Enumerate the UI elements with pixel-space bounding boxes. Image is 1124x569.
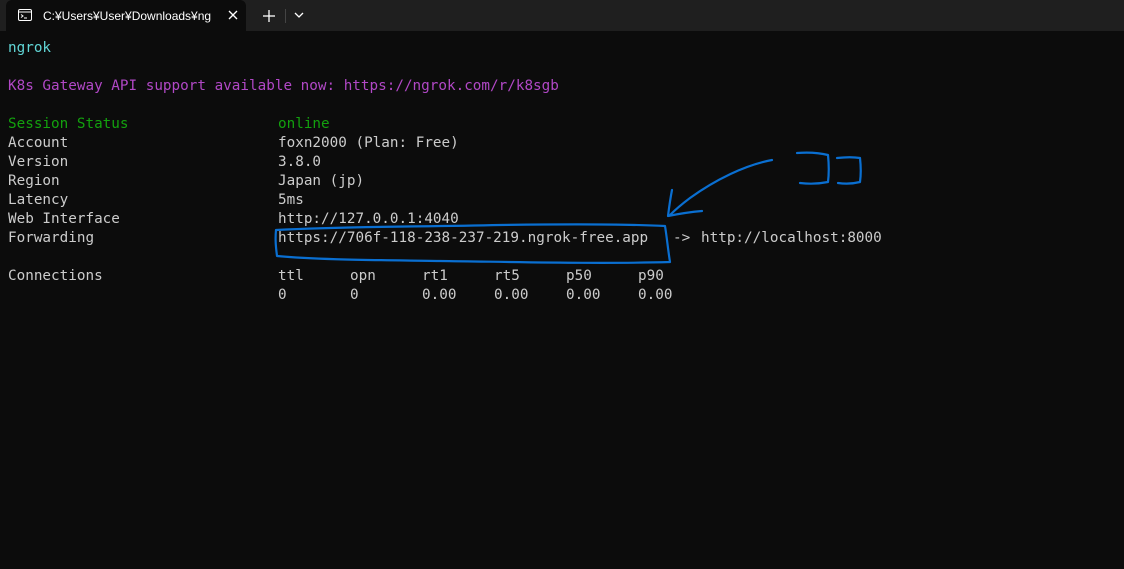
conn-value-rt5: 0.00 (494, 287, 529, 303)
conn-header-p90: p90 (638, 268, 664, 284)
session-status-value: online (278, 116, 330, 132)
forwarding-local-url[interactable]: http://localhost:8000 (701, 229, 882, 248)
app-name: ngrok (8, 40, 52, 56)
web-interface-label: Web Interface (8, 211, 120, 227)
terminal-window: C:¥Users¥User¥Downloads¥ng ngrok K8s Gat… (0, 0, 1124, 569)
region-value: Japan (jp) (278, 173, 365, 189)
tab-title: C:¥Users¥User¥Downloads¥ng (43, 9, 212, 23)
conn-header-rt5: rt5 (494, 268, 520, 284)
conn-header-rt1: rt1 (422, 268, 448, 284)
tab-separator (285, 9, 286, 23)
conn-header-p50: p50 (566, 268, 592, 284)
announcement-line: K8s Gateway API support available now: h… (8, 78, 559, 94)
conn-value-ttl: 0 (278, 287, 287, 303)
account-label: Account (8, 135, 69, 151)
connections-label: Connections (8, 268, 103, 284)
latency-value: 5ms (278, 192, 304, 208)
latency-label: Latency (8, 192, 69, 208)
conn-value-p90: 0.00 (638, 287, 673, 303)
forwarding-arrow: -> (673, 230, 691, 246)
close-icon[interactable] (225, 7, 241, 23)
session-status-label: Session Status (8, 116, 129, 132)
region-label: Region (8, 173, 60, 189)
tab-active[interactable]: C:¥Users¥User¥Downloads¥ng (6, 0, 246, 31)
terminal-icon (18, 9, 32, 21)
conn-value-p50: 0.00 (566, 287, 601, 303)
forwarding-public-url[interactable]: https://706f-118-238-237-219.ngrok-free.… (278, 229, 648, 248)
conn-value-opn: 0 (350, 287, 359, 303)
forwarding-label: Forwarding (8, 230, 95, 246)
tab-bar: C:¥Users¥User¥Downloads¥ng (0, 0, 1124, 31)
conn-header-opn: opn (350, 268, 376, 284)
version-label: Version (8, 154, 69, 170)
account-value: foxn2000 (Plan: Free) (278, 135, 459, 151)
conn-header-ttl: ttl (278, 268, 304, 284)
version-value: 3.8.0 (278, 154, 322, 170)
terminal-output[interactable]: ngrok K8s Gateway API support available … (0, 31, 1124, 569)
plus-icon[interactable] (259, 6, 279, 26)
conn-value-rt1: 0.00 (422, 287, 457, 303)
web-interface-url[interactable]: http://127.0.0.1:4040 (278, 210, 459, 229)
chevron-down-icon[interactable] (291, 7, 307, 23)
